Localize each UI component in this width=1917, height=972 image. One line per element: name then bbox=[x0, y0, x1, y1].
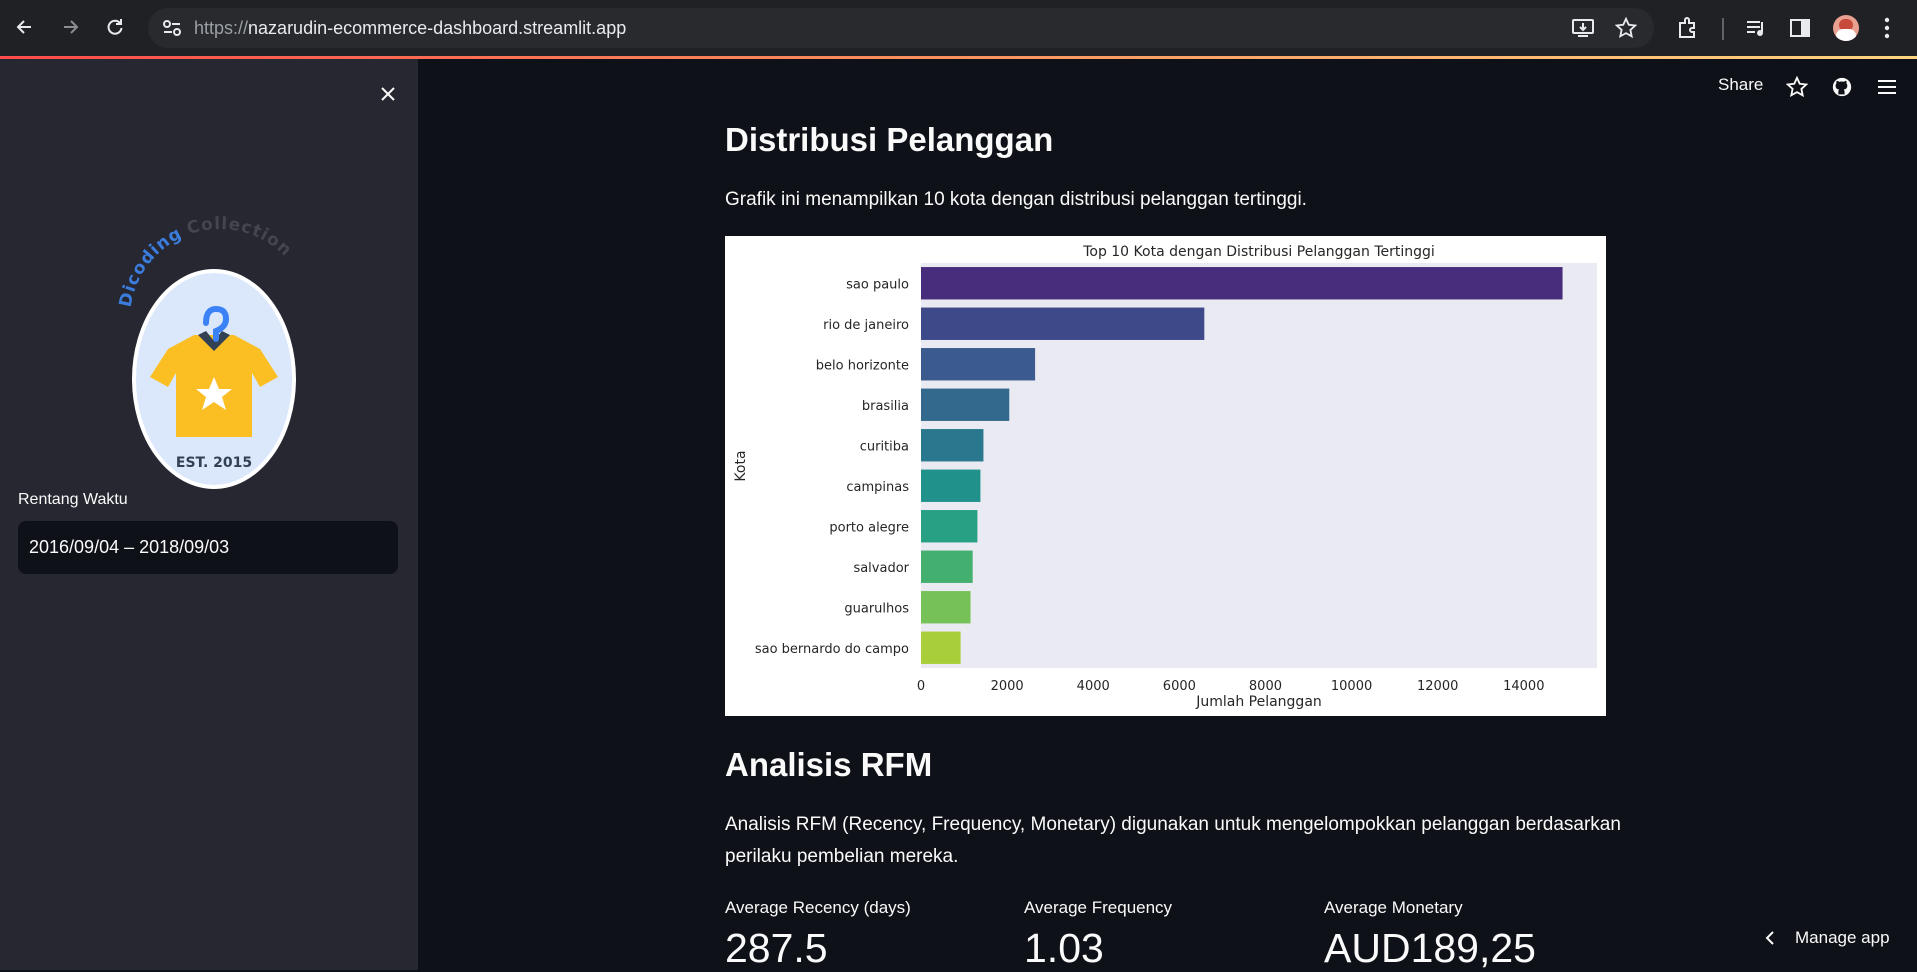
metric-frequency-label: Average Frequency bbox=[1024, 898, 1173, 917]
y-tick-label: salvador bbox=[853, 561, 909, 576]
toolbar-divider bbox=[1722, 18, 1724, 40]
metric-recency-label: Average Recency (days) bbox=[725, 898, 911, 917]
x-tick-label: 8000 bbox=[1249, 679, 1282, 694]
date-range-value: 2016/09/04 – 2018/09/03 bbox=[29, 537, 230, 557]
bar-rio-de-janeiro bbox=[921, 307, 1205, 340]
bar-porto-alegre bbox=[921, 510, 978, 543]
reload-button[interactable] bbox=[100, 12, 130, 42]
site-settings-icon[interactable] bbox=[162, 19, 182, 37]
x-tick-label: 2000 bbox=[991, 679, 1024, 694]
back-arrow-icon bbox=[16, 20, 31, 34]
bar-campinas bbox=[921, 469, 981, 502]
section-title-distribusi: Distribusi Pelanggan bbox=[725, 121, 1054, 158]
y-tick-labels: sao paulo rio de janeiro belo horizonte bra… bbox=[755, 277, 910, 657]
y-tick-label: sao paulo bbox=[846, 277, 909, 292]
bar-chart: Top 10 Kota dengan Distribusi Pelanggan … bbox=[733, 244, 1597, 710]
close-sidebar-icon[interactable] bbox=[379, 85, 397, 103]
reload-icon bbox=[107, 19, 123, 35]
bar-brasilia bbox=[921, 388, 1010, 421]
url-scheme: https:// bbox=[194, 18, 249, 38]
y-axis-label: Kota bbox=[733, 450, 749, 481]
bar-curitiba bbox=[921, 429, 984, 462]
share-button[interactable]: Share bbox=[1718, 75, 1763, 95]
y-tick-label: belo horizonte bbox=[816, 358, 909, 373]
forward-arrow-icon bbox=[64, 20, 79, 34]
date-range-input[interactable]: 2016/09/04 – 2018/09/03 bbox=[18, 521, 398, 574]
logo-arc-right: Collection bbox=[185, 214, 296, 261]
address-bar[interactable]: https://nazarudin-ecommerce-dashboard.st… bbox=[148, 8, 1654, 48]
back-button[interactable] bbox=[10, 12, 40, 42]
metric-recency-value: 287.5 bbox=[725, 925, 828, 971]
y-tick-label: guarulhos bbox=[844, 601, 909, 616]
manage-app-button[interactable]: Manage app bbox=[1763, 923, 1890, 953]
section-description-distribusi: Grafik ini menampilkan 10 kota dengan di… bbox=[725, 189, 1307, 210]
url-text: https://nazarudin-ecommerce-dashboard.st… bbox=[194, 18, 626, 39]
avatar-body-shape bbox=[1836, 29, 1856, 41]
browser-toolbar: https://nazarudin-ecommerce-dashboard.st… bbox=[0, 0, 1917, 56]
bar-chart-container: Top 10 Kota dengan Distribusi Pelanggan … bbox=[725, 236, 1606, 716]
bookmark-star-icon[interactable] bbox=[1615, 17, 1637, 39]
bar-belo-horizonte bbox=[921, 348, 1036, 381]
x-tick-labels: 0 2000 4000 6000 8000 10000 12000 14000 bbox=[917, 679, 1545, 694]
metric-frequency-value: 1.03 bbox=[1024, 925, 1104, 971]
y-tick-label: brasilia bbox=[862, 399, 909, 414]
dicoding-collection-logo: DicodingCollection EST. 2015 bbox=[116, 214, 296, 489]
url-host: nazarudin-ecommerce-dashboard.streamlit.… bbox=[248, 18, 627, 38]
bar-salvador bbox=[921, 550, 973, 583]
manage-app-label: Manage app bbox=[1795, 928, 1890, 947]
favorite-star-icon[interactable] bbox=[1786, 76, 1808, 98]
y-tick-label: campinas bbox=[846, 480, 909, 495]
browser-menu-icon[interactable] bbox=[1883, 16, 1891, 40]
side-panel-icon[interactable] bbox=[1789, 17, 1811, 39]
github-icon[interactable] bbox=[1831, 76, 1853, 98]
metric-monetary-value: AUD189,25 bbox=[1324, 925, 1536, 971]
metric-monetary-label: Average Monetary bbox=[1324, 898, 1463, 917]
logo-est-text: EST. 2015 bbox=[176, 455, 252, 471]
y-tick-label: rio de janeiro bbox=[823, 318, 909, 333]
chart-title: Top 10 Kota dengan Distribusi Pelanggan … bbox=[1082, 244, 1435, 260]
main-content: Share Distribusi Pelanggan Grafik ini me… bbox=[418, 59, 1917, 971]
rfm-description-line2: perilaku pembelian mereka. bbox=[725, 846, 959, 867]
extensions-icon[interactable] bbox=[1677, 17, 1701, 39]
x-tick-label: 0 bbox=[917, 679, 925, 694]
profile-avatar[interactable] bbox=[1833, 15, 1859, 41]
y-tick-label: curitiba bbox=[860, 439, 909, 454]
chevron-left-icon bbox=[1765, 931, 1774, 945]
install-app-icon[interactable] bbox=[1572, 18, 1594, 38]
y-tick-label: porto alegre bbox=[829, 520, 909, 535]
x-axis-label: Jumlah Pelanggan bbox=[1195, 694, 1322, 710]
bar-sao-paulo bbox=[921, 267, 1563, 300]
bar-sao-bernardo-do-campo bbox=[921, 631, 961, 664]
app-menu-icon[interactable] bbox=[1876, 78, 1898, 96]
x-tick-label: 4000 bbox=[1077, 679, 1110, 694]
x-tick-label: 6000 bbox=[1163, 679, 1196, 694]
x-tick-label: 14000 bbox=[1503, 679, 1544, 694]
section-description-rfm: Analisis RFM (Recency, Frequency, Moneta… bbox=[725, 809, 1621, 873]
bar-guarulhos bbox=[921, 591, 971, 624]
sidebar: DicodingCollection EST. 2015 Rentang Wak… bbox=[0, 59, 418, 970]
x-tick-label: 12000 bbox=[1417, 679, 1458, 694]
forward-button[interactable] bbox=[55, 12, 85, 42]
x-tick-label: 10000 bbox=[1331, 679, 1372, 694]
rfm-description-line1: Analisis RFM (Recency, Frequency, Moneta… bbox=[725, 814, 1621, 835]
date-range-label: Rentang Waktu bbox=[18, 491, 128, 508]
media-controls-icon[interactable] bbox=[1745, 18, 1767, 38]
y-tick-label: sao bernardo do campo bbox=[755, 642, 909, 657]
section-title-rfm: Analisis RFM bbox=[725, 746, 933, 783]
